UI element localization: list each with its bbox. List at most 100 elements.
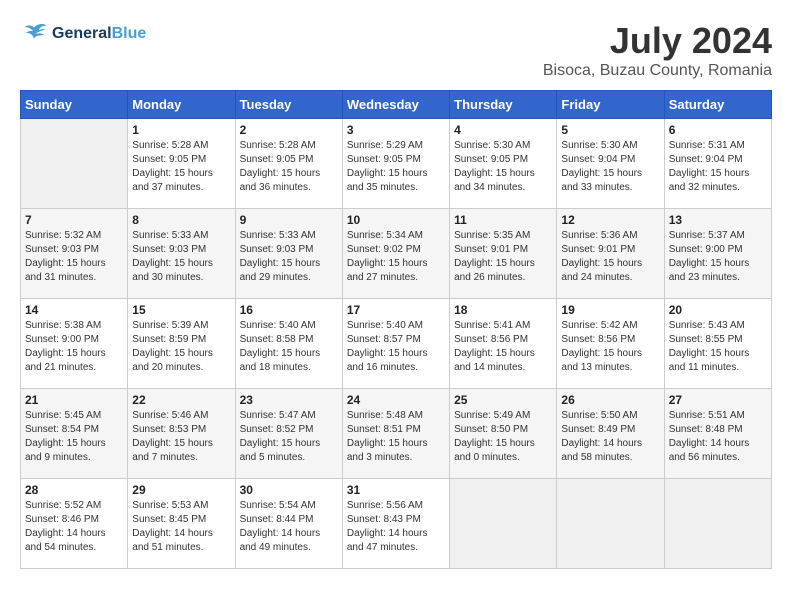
weekday-header-wednesday: Wednesday bbox=[342, 91, 449, 119]
calendar-cell: 22Sunrise: 5:46 AMSunset: 8:53 PMDayligh… bbox=[128, 389, 235, 479]
calendar-week-row: 14 Sunrise: 5:38 AMSunset: 9:00 PMDayligh… bbox=[21, 299, 772, 389]
calendar-cell: 6 Sunrise: 5:31 AMSunset: 9:04 PMDaylight… bbox=[664, 119, 771, 209]
day-details: Sunrise: 5:29 AMSunset: 9:05 PMDaylight:… bbox=[347, 139, 445, 195]
day-details: Sunrise: 5:40 AMSunset: 8:58 PMDaylight:… bbox=[240, 319, 338, 375]
day-number: 6 bbox=[669, 123, 767, 137]
calendar-cell: 29 Sunrise: 5:53 AMSunset: 8:45 PMDayligh… bbox=[128, 479, 235, 569]
day-number: 3 bbox=[347, 123, 445, 137]
day-number: 31 bbox=[347, 483, 445, 497]
day-details: Sunrise: 5:34 AMSunset: 9:02 PMDaylight:… bbox=[347, 229, 445, 285]
day-details: Sunrise: 5:53 AMSunset: 8:45 PMDaylight:… bbox=[132, 499, 230, 555]
calendar-cell: 18 Sunrise: 5:41 AMSunset: 8:56 PMDayligh… bbox=[450, 299, 557, 389]
calendar-cell: 20 Sunrise: 5:43 AMSunset: 8:55 PMDayligh… bbox=[664, 299, 771, 389]
calendar-cell: 13 Sunrise: 5:37 AMSunset: 9:00 PMDayligh… bbox=[664, 209, 771, 299]
day-number: 14 bbox=[25, 303, 123, 317]
day-details: Sunrise: 5:31 AMSunset: 9:04 PMDaylight:… bbox=[669, 139, 767, 195]
day-details: Sunrise: 5:49 AMSunset: 8:50 PMDaylight:… bbox=[454, 409, 552, 465]
day-number: 23 bbox=[240, 393, 338, 407]
day-number: 24 bbox=[347, 393, 445, 407]
weekday-header-row: SundayMondayTuesdayWednesdayThursdayFrid… bbox=[21, 91, 772, 119]
calendar-cell: 30 Sunrise: 5:54 AMSunset: 8:44 PMDayligh… bbox=[235, 479, 342, 569]
calendar-cell: 2Sunrise: 5:28 AMSunset: 9:05 PMDaylight… bbox=[235, 119, 342, 209]
calendar-cell: 26 Sunrise: 5:50 AMSunset: 8:49 PMDayligh… bbox=[557, 389, 664, 479]
calendar-cell: 15Sunrise: 5:39 AMSunset: 8:59 PMDayligh… bbox=[128, 299, 235, 389]
calendar-cell: 12 Sunrise: 5:36 AMSunset: 9:01 PMDayligh… bbox=[557, 209, 664, 299]
day-details: Sunrise: 5:28 AMSunset: 9:05 PMDaylight:… bbox=[132, 139, 230, 195]
day-number: 17 bbox=[347, 303, 445, 317]
day-number: 25 bbox=[454, 393, 552, 407]
calendar-cell: 16 Sunrise: 5:40 AMSunset: 8:58 PMDayligh… bbox=[235, 299, 342, 389]
calendar-cell: 1 Sunrise: 5:28 AMSunset: 9:05 PMDaylight… bbox=[128, 119, 235, 209]
calendar-cell: 11 Sunrise: 5:35 AMSunset: 9:01 PMDayligh… bbox=[450, 209, 557, 299]
day-number: 19 bbox=[561, 303, 659, 317]
day-number: 30 bbox=[240, 483, 338, 497]
calendar-cell: 25 Sunrise: 5:49 AMSunset: 8:50 PMDayligh… bbox=[450, 389, 557, 479]
day-number: 18 bbox=[454, 303, 552, 317]
day-number: 4 bbox=[454, 123, 552, 137]
day-number: 26 bbox=[561, 393, 659, 407]
day-number: 28 bbox=[25, 483, 123, 497]
weekday-header-friday: Friday bbox=[557, 91, 664, 119]
day-number: 9 bbox=[240, 213, 338, 227]
page-header: GeneralBlue July 2024 Bisoca, Buzau Coun… bbox=[20, 20, 772, 80]
calendar-table: SundayMondayTuesdayWednesdayThursdayFrid… bbox=[20, 90, 772, 569]
location-subtitle: Bisoca, Buzau County, Romania bbox=[543, 62, 772, 80]
calendar-cell: 31 Sunrise: 5:56 AMSunset: 8:43 PMDayligh… bbox=[342, 479, 449, 569]
day-details: Sunrise: 5:43 AMSunset: 8:55 PMDaylight:… bbox=[669, 319, 767, 375]
calendar-cell: 27Sunrise: 5:51 AMSunset: 8:48 PMDayligh… bbox=[664, 389, 771, 479]
day-details: Sunrise: 5:35 AMSunset: 9:01 PMDaylight:… bbox=[454, 229, 552, 285]
day-details: Sunrise: 5:36 AMSunset: 9:01 PMDaylight:… bbox=[561, 229, 659, 285]
day-number: 1 bbox=[132, 123, 230, 137]
calendar-cell: 3 Sunrise: 5:29 AMSunset: 9:05 PMDaylight… bbox=[342, 119, 449, 209]
day-details: Sunrise: 5:45 AMSunset: 8:54 PMDaylight:… bbox=[25, 409, 123, 465]
weekday-header-tuesday: Tuesday bbox=[235, 91, 342, 119]
calendar-cell: 10 Sunrise: 5:34 AMSunset: 9:02 PMDayligh… bbox=[342, 209, 449, 299]
calendar-cell bbox=[21, 119, 128, 209]
month-year-title: July 2024 bbox=[543, 20, 772, 62]
calendar-cell: 19Sunrise: 5:42 AMSunset: 8:56 PMDayligh… bbox=[557, 299, 664, 389]
calendar-cell bbox=[450, 479, 557, 569]
day-number: 2 bbox=[240, 123, 338, 137]
day-details: Sunrise: 5:54 AMSunset: 8:44 PMDaylight:… bbox=[240, 499, 338, 555]
calendar-week-row: 7Sunrise: 5:32 AMSunset: 9:03 PMDaylight… bbox=[21, 209, 772, 299]
weekday-header-thursday: Thursday bbox=[450, 91, 557, 119]
calendar-cell: 5Sunrise: 5:30 AMSunset: 9:04 PMDaylight… bbox=[557, 119, 664, 209]
day-number: 15 bbox=[132, 303, 230, 317]
day-number: 11 bbox=[454, 213, 552, 227]
logo-text: GeneralBlue bbox=[52, 25, 146, 43]
day-details: Sunrise: 5:33 AMSunset: 9:03 PMDaylight:… bbox=[240, 229, 338, 285]
calendar-cell: 24Sunrise: 5:48 AMSunset: 8:51 PMDayligh… bbox=[342, 389, 449, 479]
day-details: Sunrise: 5:51 AMSunset: 8:48 PMDaylight:… bbox=[669, 409, 767, 465]
calendar-cell: 7Sunrise: 5:32 AMSunset: 9:03 PMDaylight… bbox=[21, 209, 128, 299]
weekday-header-saturday: Saturday bbox=[664, 91, 771, 119]
day-details: Sunrise: 5:56 AMSunset: 8:43 PMDaylight:… bbox=[347, 499, 445, 555]
calendar-cell: 23 Sunrise: 5:47 AMSunset: 8:52 PMDayligh… bbox=[235, 389, 342, 479]
logo-icon bbox=[20, 20, 48, 48]
day-details: Sunrise: 5:40 AMSunset: 8:57 PMDaylight:… bbox=[347, 319, 445, 375]
day-number: 8 bbox=[132, 213, 230, 227]
day-number: 5 bbox=[561, 123, 659, 137]
weekday-header-monday: Monday bbox=[128, 91, 235, 119]
day-number: 16 bbox=[240, 303, 338, 317]
calendar-cell: 21Sunrise: 5:45 AMSunset: 8:54 PMDayligh… bbox=[21, 389, 128, 479]
calendar-cell: 4Sunrise: 5:30 AMSunset: 9:05 PMDaylight… bbox=[450, 119, 557, 209]
weekday-header-sunday: Sunday bbox=[21, 91, 128, 119]
title-area: July 2024 Bisoca, Buzau County, Romania bbox=[543, 20, 772, 80]
day-details: Sunrise: 5:37 AMSunset: 9:00 PMDaylight:… bbox=[669, 229, 767, 285]
day-number: 12 bbox=[561, 213, 659, 227]
day-details: Sunrise: 5:38 AMSunset: 9:00 PMDaylight:… bbox=[25, 319, 123, 375]
calendar-week-row: 1 Sunrise: 5:28 AMSunset: 9:05 PMDaylight… bbox=[21, 119, 772, 209]
day-details: Sunrise: 5:41 AMSunset: 8:56 PMDaylight:… bbox=[454, 319, 552, 375]
day-number: 20 bbox=[669, 303, 767, 317]
day-details: Sunrise: 5:50 AMSunset: 8:49 PMDaylight:… bbox=[561, 409, 659, 465]
calendar-cell bbox=[557, 479, 664, 569]
calendar-cell: 9 Sunrise: 5:33 AMSunset: 9:03 PMDaylight… bbox=[235, 209, 342, 299]
calendar-cell: 28 Sunrise: 5:52 AMSunset: 8:46 PMDayligh… bbox=[21, 479, 128, 569]
calendar-cell bbox=[664, 479, 771, 569]
day-number: 10 bbox=[347, 213, 445, 227]
day-details: Sunrise: 5:52 AMSunset: 8:46 PMDaylight:… bbox=[25, 499, 123, 555]
day-number: 13 bbox=[669, 213, 767, 227]
calendar-cell: 8Sunrise: 5:33 AMSunset: 9:03 PMDaylight… bbox=[128, 209, 235, 299]
day-details: Sunrise: 5:47 AMSunset: 8:52 PMDaylight:… bbox=[240, 409, 338, 465]
day-number: 29 bbox=[132, 483, 230, 497]
